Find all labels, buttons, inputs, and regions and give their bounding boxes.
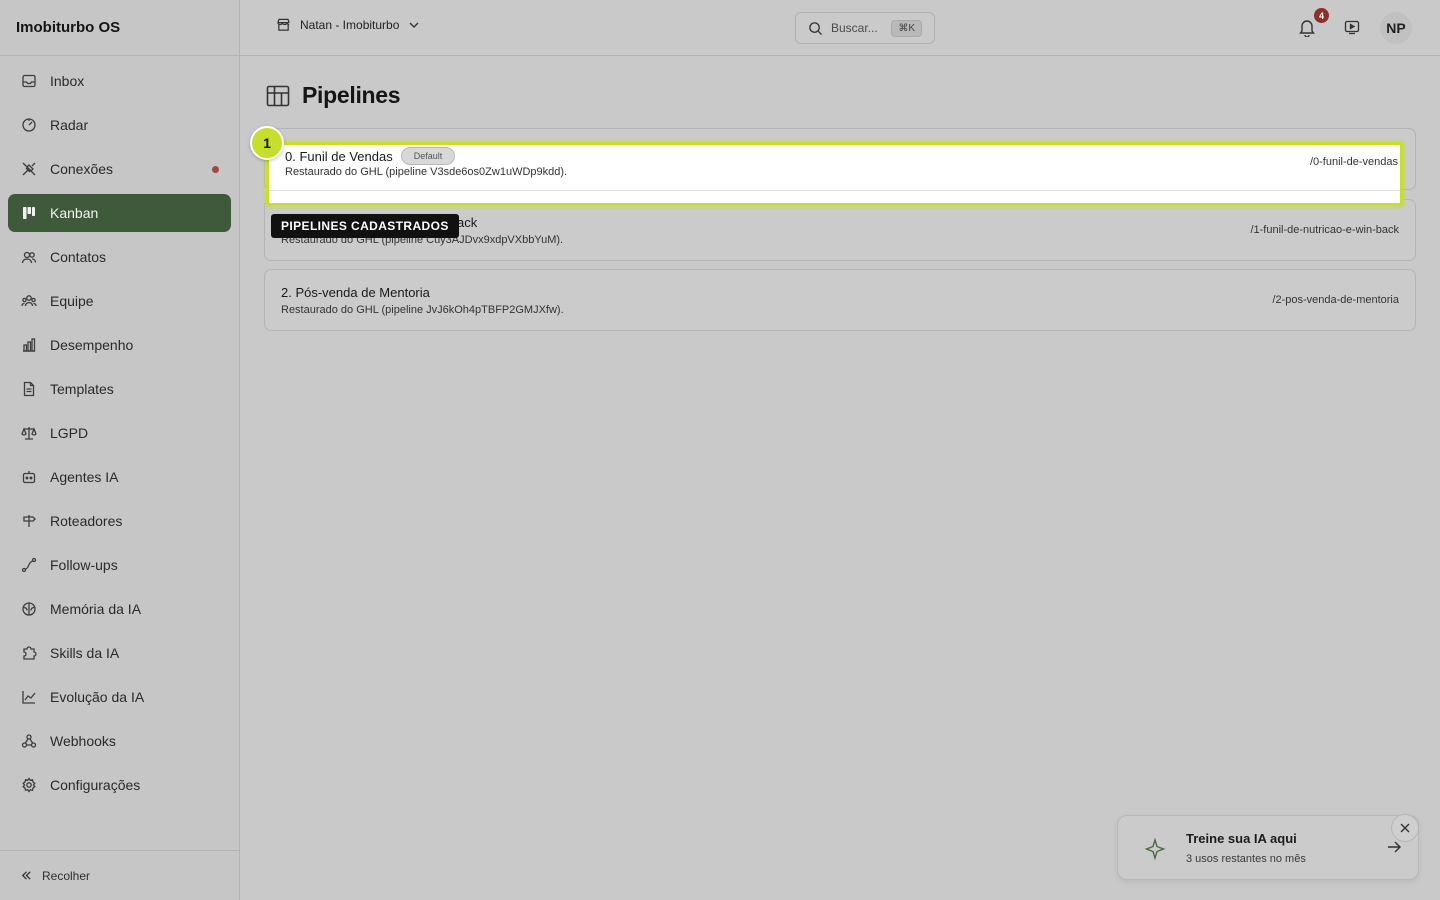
pipeline-description: Restaurado do GHL (pipeline JvJ6kOh4pTBF… <box>281 304 564 316</box>
sidebar-item-evolucao-ia[interactable]: Evolução da IA <box>8 678 231 716</box>
sidebar-item-conexoes[interactable]: Conexões <box>8 150 231 188</box>
plug-icon <box>20 160 38 178</box>
team-icon <box>20 292 38 310</box>
sidebar-item-templates[interactable]: Templates <box>8 370 231 408</box>
inbox-icon <box>20 72 38 90</box>
sidebar-item-roteadores[interactable]: Roteadores <box>8 502 231 540</box>
sidebar-item-label: Templates <box>50 381 114 397</box>
tour-label: PIPELINES CADASTRADOS <box>271 214 459 238</box>
search-icon <box>808 21 823 36</box>
sidebar-item-label: Roteadores <box>50 513 123 529</box>
train-ai-widget[interactable]: Treine sua IA aqui 3 usos restantes no m… <box>1117 815 1419 880</box>
table-grid-icon <box>266 85 290 107</box>
kanban-icon <box>20 204 38 222</box>
puzzle-icon <box>20 644 38 662</box>
sidebar-nav: Inbox Radar Conexões Kanban Contatos Equ… <box>0 56 239 804</box>
gear-icon <box>20 776 38 794</box>
page-title: Pipelines <box>302 82 401 108</box>
default-badge: Default <box>400 147 456 165</box>
divider <box>269 190 1400 191</box>
search-placeholder: Buscar... <box>831 21 878 35</box>
chevron-down-icon <box>408 19 420 31</box>
sidebar-item-label: Webhooks <box>50 733 116 749</box>
sidebar-item-label: Memória da IA <box>50 601 142 617</box>
sidebar-item-desempenho[interactable]: Desempenho <box>8 326 231 364</box>
sidebar-item-label: Equipe <box>50 293 94 309</box>
status-dot <box>212 166 219 173</box>
document-icon <box>20 380 38 398</box>
sidebar-item-label: Inbox <box>50 73 85 89</box>
pipeline-card[interactable]: 2. Pós-venda de Mentoria Restaurado do G… <box>264 269 1416 331</box>
workspace-switcher[interactable]: Natan - Imobiturbo <box>276 17 420 32</box>
sidebar-item-lgpd[interactable]: LGPD <box>8 414 231 452</box>
sidebar-item-contatos[interactable]: Contatos <box>8 238 231 276</box>
sidebar-item-skills-ia[interactable]: Skills da IA <box>8 634 231 672</box>
sidebar-item-radar[interactable]: Radar <box>8 106 231 144</box>
sidebar-item-label: Agentes IA <box>50 469 119 485</box>
page-header: Pipelines <box>266 82 401 109</box>
arrow-right-icon[interactable] <box>1386 839 1402 855</box>
collapse-label: Recolher <box>42 868 91 883</box>
pipeline-name: 2. Pós-venda de Mentoria <box>281 285 430 300</box>
sidebar-item-label: Follow-ups <box>50 557 118 573</box>
sidebar-item-label: LGPD <box>50 425 89 441</box>
sidebar-item-configuracoes[interactable]: Configurações <box>8 766 231 804</box>
sidebar-item-label: Contatos <box>50 249 107 265</box>
sidebar-item-follow-ups[interactable]: Follow-ups <box>8 546 231 584</box>
chevrons-left-icon <box>20 869 33 882</box>
sidebar-item-agentes-ia[interactable]: Agentes IA <box>8 458 231 496</box>
train-title: Treine sua IA aqui <box>1186 831 1297 846</box>
bar-chart-icon <box>20 336 38 354</box>
brand-logo[interactable]: Imobiturbo OS <box>0 0 239 56</box>
sidebar-item-label: Radar <box>50 117 89 133</box>
webhook-icon <box>20 732 38 750</box>
bot-icon <box>20 468 38 486</box>
sidebar-item-equipe[interactable]: Equipe <box>8 282 231 320</box>
sparkle-icon <box>1144 838 1166 860</box>
pipeline-slug: /2-pos-venda-de-mentoria <box>1272 294 1399 306</box>
store-icon <box>276 17 291 32</box>
pipeline-card-highlighted[interactable]: 0. Funil de Vendas Default Restaurado do… <box>266 142 1403 206</box>
scale-icon <box>20 424 38 442</box>
sidebar: Imobiturbo OS Inbox Radar Conexões Kanba… <box>0 0 240 900</box>
contacts-icon <box>20 248 38 266</box>
sidebar-item-label: Configurações <box>50 777 141 793</box>
workspace-name: Natan - Imobiturbo <box>300 17 400 32</box>
search-shortcut: ⌘K <box>891 20 922 37</box>
line-chart-icon <box>20 688 38 706</box>
sidebar-item-label: Evolução da IA <box>50 689 145 705</box>
pipeline-name: 0. Funil de Vendas Default <box>285 147 456 165</box>
close-widget-button[interactable] <box>1391 814 1419 842</box>
pipeline-slug: /0-funil-de-vendas <box>1309 156 1398 168</box>
search-input[interactable]: Buscar... ⌘K <box>795 12 935 44</box>
sidebar-item-memoria-ia[interactable]: Memória da IA <box>8 590 231 628</box>
avatar[interactable]: NP <box>1380 12 1412 44</box>
tour-step-marker[interactable]: 1 <box>250 126 284 160</box>
top-bar: Natan - Imobiturbo Buscar... ⌘K 4 NP <box>240 0 1440 56</box>
pipeline-description: Restaurado do GHL (pipeline V3sde6os0Zw1… <box>285 166 568 178</box>
bell-icon[interactable] <box>1298 18 1318 38</box>
video-tutorial-icon[interactable] <box>1344 19 1360 35</box>
radar-icon <box>20 116 38 134</box>
sidebar-item-label: Kanban <box>50 205 99 221</box>
sidebar-item-kanban[interactable]: Kanban <box>8 194 231 232</box>
sidebar-item-webhooks[interactable]: Webhooks <box>8 722 231 760</box>
brain-icon <box>20 600 38 618</box>
sidebar-item-inbox[interactable]: Inbox <box>8 62 231 100</box>
pipeline-slug: /1-funil-de-nutricao-e-win-back <box>1250 224 1399 236</box>
route-icon <box>20 556 38 574</box>
sidebar-item-label: Desempenho <box>50 337 134 353</box>
sidebar-item-label: Conexões <box>50 161 114 177</box>
signpost-icon <box>20 512 38 530</box>
close-icon <box>1399 822 1411 834</box>
train-subtitle: 3 usos restantes no mês <box>1186 853 1306 865</box>
pipeline-name: ack <box>457 215 478 230</box>
collapse-sidebar-button[interactable]: Recolher <box>0 850 239 900</box>
sidebar-item-label: Skills da IA <box>50 645 120 661</box>
notification-badge: 4 <box>1314 8 1329 23</box>
